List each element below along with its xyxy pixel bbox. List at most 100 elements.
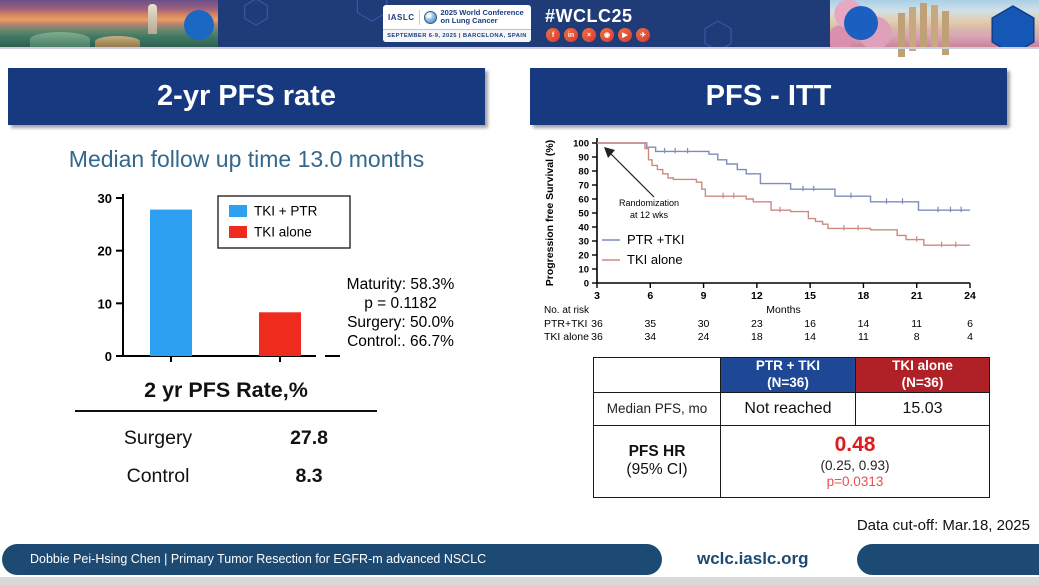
results-col-tki-alone: TKI alone (N=36) [856,358,990,393]
instagram-icon[interactable]: ◉ [600,28,614,42]
header-divider [0,47,1039,49]
presenter-footer-pill: Dobbie Pei-Hsing Chen | Primary Tumor Re… [2,544,662,575]
svg-text:30: 30 [578,237,589,248]
svg-text:6: 6 [967,318,973,330]
svg-text:0: 0 [105,349,112,364]
svg-text:11: 11 [911,318,922,330]
svg-text:6: 6 [647,290,653,302]
results-empty-cell [594,358,721,393]
svg-text:at 12 wks: at 12 wks [630,210,669,220]
median-followup-subtitle: Median follow up time 13.0 months [8,146,485,173]
svg-text:24: 24 [964,290,976,302]
col-sublabel: (N=36) [902,375,944,390]
summary-table-title: 2 yr PFS Rate,% [75,378,377,403]
hexagon-outline-decor [705,21,731,47]
results-col-ptr-tki: PTR + TKI (N=36) [721,358,856,393]
sagrada-familia-towers [920,3,927,47]
youtube-icon[interactable]: ▶ [618,28,632,42]
hashtag-wclc25: #WCLC25 [545,6,633,27]
left-panel-title: 2-yr PFS rate [157,80,336,113]
park-guell-tower [148,4,157,34]
svg-text:PTR +TKI: PTR +TKI [627,232,684,247]
iaslc-logo: IASLC [388,13,415,22]
blossom-decor [830,0,905,47]
stat-surgery: Surgery: 50.0% [338,313,463,332]
table-row: Surgery 27.8 [75,427,377,450]
svg-text:24: 24 [698,331,710,343]
svg-text:4: 4 [967,331,973,343]
conference-date-location: SEPTEMBER 6-9, 2025 | BARCELONA, SPAIN [383,29,531,42]
svg-text:Progression free Survival (%): Progression free Survival (%) [544,140,556,286]
pfs-km-chart: 01020304050607080901003691215182124Progr… [542,130,997,345]
hr-confidence-interval: (0.25, 0.93) [721,458,989,473]
svg-text:36: 36 [591,318,603,330]
bar-TKI alone [259,312,301,356]
conference-title-line2: on Lung Cancer [441,16,498,25]
website-link[interactable]: wclc.iaslc.org [697,549,809,569]
data-cutoff-note: Data cut-off: Mar.18, 2025 [830,517,1030,534]
col-sublabel: (N=36) [767,375,809,390]
svg-text:14: 14 [858,318,870,330]
svg-text:21: 21 [911,290,923,302]
divider [419,10,420,25]
svg-text:12: 12 [751,290,763,302]
left-panel-banner: 2-yr PFS rate [8,68,485,125]
svg-text:PTR+TKI: PTR+TKI [544,318,587,330]
results-header-row: PTR + TKI (N=36) TKI alone (N=36) [594,358,990,393]
summary-row-value: 27.8 [241,427,377,450]
hr-label-cell: PFS HR (95% CI) [594,425,721,497]
km-curve-TKI alone [597,143,970,245]
right-panel-title: PFS - ITT [706,80,832,113]
svg-text:20: 20 [98,244,112,259]
svg-text:34: 34 [644,331,656,343]
hr-value: 0.48 [721,433,989,457]
hazard-ratio-row: PFS HR (95% CI) 0.48 (0.25, 0.93) p=0.03… [594,425,990,497]
svg-text:18: 18 [858,290,870,302]
barcelona-photo-left [0,0,218,47]
svg-text:18: 18 [751,331,763,343]
table-row: Control 8.3 [75,465,377,488]
svg-text:100: 100 [573,139,589,150]
hr-label-line2: (95% CI) [594,461,720,479]
svg-text:15: 15 [804,290,816,302]
park-guell-roof [30,32,90,47]
svg-text:20: 20 [578,251,589,262]
svg-text:16: 16 [804,318,816,330]
svg-text:Months: Months [766,304,800,316]
summary-row-label: Surgery [75,427,241,450]
conference-header: IASLC 2025 World Conference on Lung Canc… [0,0,1039,47]
x-icon[interactable]: × [582,28,596,42]
pfs-results-table: PTR + TKI (N=36) TKI alone (N=36) Median… [593,357,990,498]
right-panel-banner: PFS - ITT [530,68,1007,125]
svg-text:70: 70 [578,181,589,192]
svg-text:9: 9 [701,290,707,302]
svg-text:TKI alone: TKI alone [254,225,312,240]
summary-row-label: Control [75,465,241,488]
svg-text:10: 10 [578,265,589,276]
summary-table-rule [75,410,377,412]
svg-text:90: 90 [578,153,589,164]
stats-block: Maturity: 58.3% p = 0.1182 Surgery: 50.0… [338,275,463,351]
linkedin-icon[interactable]: in [564,28,578,42]
svg-text:80: 80 [578,167,589,178]
pfs-rate-summary-table: 2 yr PFS Rate,% Surgery 27.8 Control 8.3 [75,378,377,488]
send-icon[interactable]: ✈ [636,28,650,42]
stat-maturity: Maturity: 58.3% [338,275,463,294]
hr-pvalue: p=0.0313 [721,474,989,489]
col-label: PTR + TKI [756,358,820,373]
svg-text:8: 8 [914,331,920,343]
svg-text:0: 0 [584,279,589,290]
median-pfs-label: Median PFS, mo [594,392,721,425]
svg-text:10: 10 [98,296,112,311]
svg-text:60: 60 [578,195,589,206]
svg-text:30: 30 [98,191,112,206]
svg-text:No. at risk: No. at risk [544,305,590,316]
bottom-strip [0,577,1039,585]
svg-text:11: 11 [858,331,869,343]
hr-label-line1: PFS HR [594,443,720,461]
stat-control: Control:. 66.7% [338,332,463,351]
svg-text:3: 3 [594,290,600,302]
facebook-icon[interactable]: f [546,28,560,42]
svg-text:TKI alone: TKI alone [544,331,589,343]
wclc-slide: IASLC 2025 World Conference on Lung Canc… [0,0,1039,585]
